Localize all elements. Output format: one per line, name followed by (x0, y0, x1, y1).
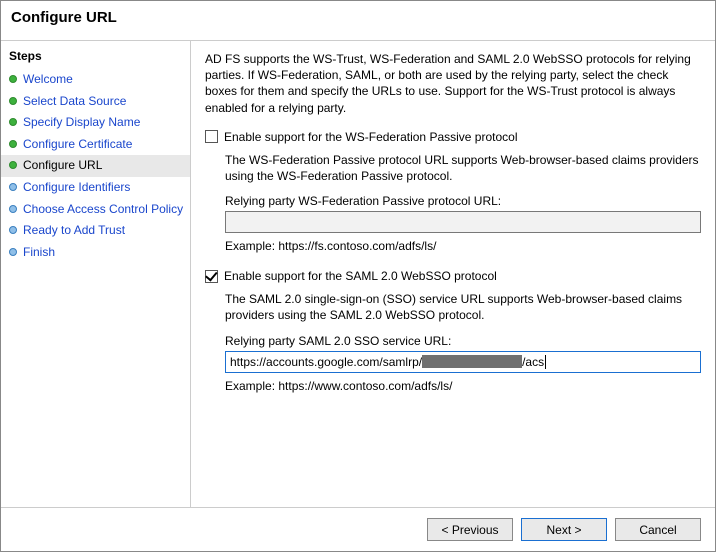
step-bullet-icon (9, 161, 17, 169)
step-bullet-icon (9, 118, 17, 126)
step-label: Ready to Add Trust (23, 223, 125, 239)
step-bullet-icon (9, 140, 17, 148)
saml-checkbox-label: Enable support for the SAML 2.0 WebSSO p… (224, 269, 497, 283)
text-caret (545, 355, 546, 369)
step-label: Specify Display Name (23, 115, 140, 131)
wsfed-url-example: Example: https://fs.contoso.com/adfs/ls/ (225, 239, 701, 253)
step-label: Configure Certificate (23, 137, 132, 153)
wsfed-checkbox-row[interactable]: Enable support for the WS-Federation Pas… (205, 130, 701, 144)
wizard-window: Configure URL Steps Welcome Select Data S… (0, 0, 716, 552)
saml-url-example: Example: https://www.contoso.com/adfs/ls… (225, 379, 701, 393)
step-bullet-icon (9, 183, 17, 191)
step-bullet-icon (9, 226, 17, 234)
step-label: Configure Identifiers (23, 180, 130, 196)
step-bullet-icon (9, 75, 17, 83)
wizard-footer: < Previous Next > Cancel (1, 507, 715, 551)
wizard-body: Steps Welcome Select Data Source Specify D… (1, 41, 715, 507)
step-bullet-icon (9, 205, 17, 213)
step-configure-identifiers[interactable]: Configure Identifiers (1, 177, 190, 199)
content-pane: AD FS supports the WS-Trust, WS-Federati… (191, 41, 715, 507)
step-configure-certificate[interactable]: Configure Certificate (1, 134, 190, 156)
step-label: Finish (23, 245, 55, 261)
wsfed-checkbox[interactable] (205, 130, 218, 143)
page-title: Configure URL (1, 1, 715, 41)
step-specify-display-name[interactable]: Specify Display Name (1, 112, 190, 134)
steps-header: Steps (1, 47, 190, 69)
step-welcome[interactable]: Welcome (1, 69, 190, 91)
step-label: Choose Access Control Policy (23, 202, 183, 218)
saml-url-prefix: https://accounts.google.com/samlrp/ (230, 355, 422, 369)
saml-checkbox[interactable] (205, 270, 218, 283)
step-configure-url[interactable]: Configure URL (1, 155, 190, 177)
saml-url-label: Relying party SAML 2.0 SSO service URL: (225, 334, 701, 348)
step-label: Configure URL (23, 158, 102, 174)
saml-url-input[interactable]: https://accounts.google.com/samlrp/ /acs (225, 351, 701, 373)
cancel-button[interactable]: Cancel (615, 518, 701, 541)
saml-checkbox-row[interactable]: Enable support for the SAML 2.0 WebSSO p… (205, 269, 701, 283)
saml-description: The SAML 2.0 single-sign-on (SSO) servic… (225, 291, 701, 323)
step-bullet-icon (9, 97, 17, 105)
step-finish[interactable]: Finish (1, 242, 190, 264)
wsfed-description: The WS-Federation Passive protocol URL s… (225, 152, 701, 184)
previous-button[interactable]: < Previous (427, 518, 513, 541)
step-choose-access-control-policy[interactable]: Choose Access Control Policy (1, 199, 190, 221)
saml-url-suffix: /acs (522, 355, 544, 369)
redacted-segment (422, 355, 522, 368)
next-button[interactable]: Next > (521, 518, 607, 541)
step-bullet-icon (9, 248, 17, 256)
wsfed-url-label: Relying party WS-Federation Passive prot… (225, 194, 701, 208)
step-label: Welcome (23, 72, 73, 88)
step-label: Select Data Source (23, 94, 126, 110)
wsfed-checkbox-label: Enable support for the WS-Federation Pas… (224, 130, 517, 144)
intro-text: AD FS supports the WS-Trust, WS-Federati… (205, 51, 701, 116)
steps-sidebar: Steps Welcome Select Data Source Specify D… (1, 41, 191, 507)
step-select-data-source[interactable]: Select Data Source (1, 91, 190, 113)
wsfed-url-input[interactable] (225, 211, 701, 233)
step-ready-to-add-trust[interactable]: Ready to Add Trust (1, 220, 190, 242)
